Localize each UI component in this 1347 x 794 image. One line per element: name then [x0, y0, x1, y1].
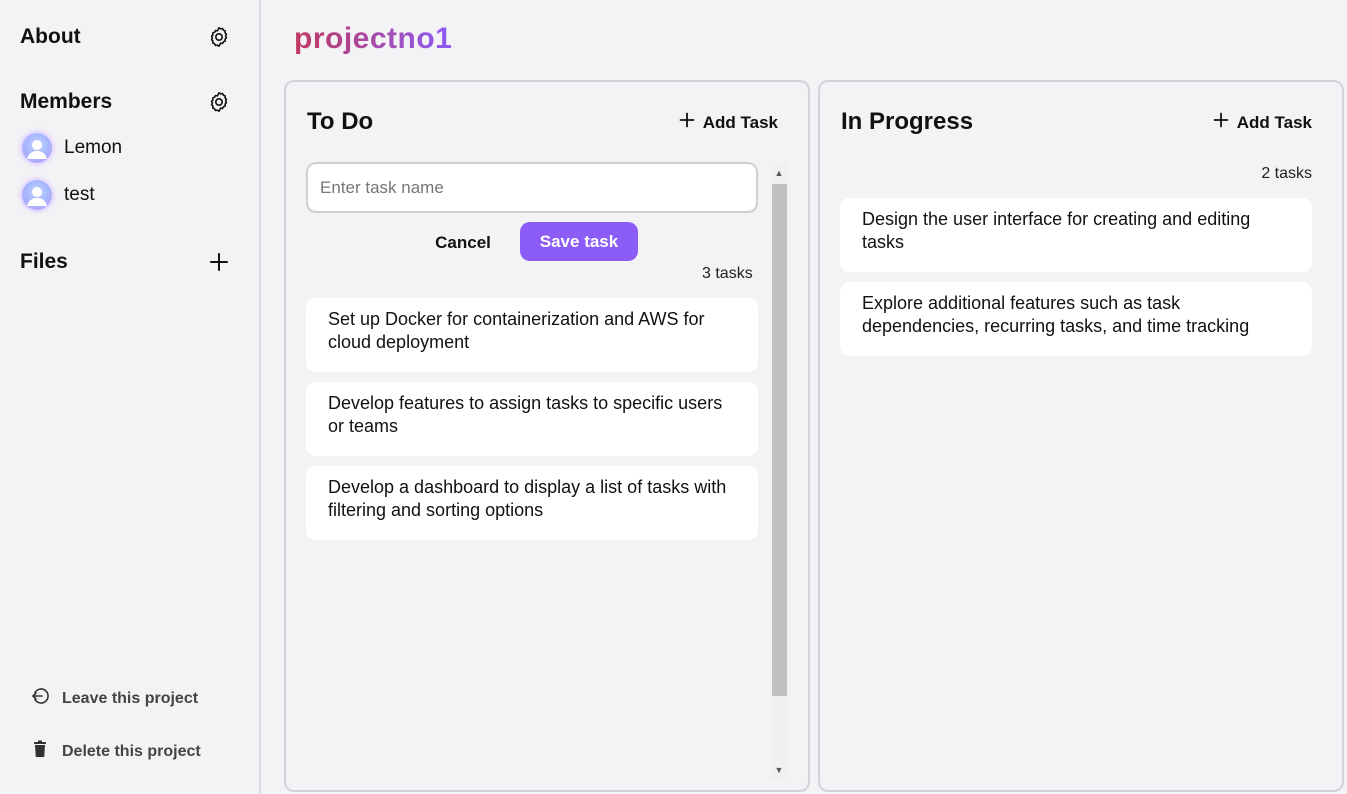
leave-project-button[interactable]: Leave this project	[30, 686, 198, 711]
delete-project-label: Delete this project	[62, 742, 201, 760]
scroll-up-arrow-icon[interactable]: ▲	[770, 164, 788, 182]
plus-icon	[1213, 112, 1229, 133]
add-task-label: Add Task	[702, 112, 778, 132]
task-card[interactable]: Set up Docker for containerization and A…	[306, 298, 758, 372]
about-heading: About	[20, 25, 81, 48]
member-item[interactable]: Lemon	[22, 133, 122, 163]
scroll-down-arrow-icon[interactable]: ▼	[770, 761, 788, 779]
save-task-button[interactable]: Save task	[520, 222, 638, 261]
task-card[interactable]: Develop a dashboard to display a list of…	[306, 466, 758, 540]
task-count: 2 tasks	[1261, 165, 1312, 182]
scrollbar-thumb[interactable]	[772, 184, 787, 696]
task-card[interactable]: Explore additional features such as task…	[840, 282, 1312, 356]
task-card[interactable]: Design the user interface for creating a…	[840, 198, 1312, 272]
app-root: About Members Lemon test Files Leave thi…	[0, 0, 1347, 794]
task-name-input[interactable]	[306, 162, 758, 213]
cancel-button[interactable]: Cancel	[426, 224, 500, 262]
trash-icon	[30, 739, 50, 764]
files-heading: Files	[20, 250, 68, 273]
task-card[interactable]: Develop features to assign tasks to spec…	[306, 382, 758, 456]
leave-project-label: Leave this project	[62, 689, 199, 707]
logout-icon	[30, 686, 50, 711]
members-section: Members	[20, 89, 232, 115]
add-task-button[interactable]: Add Task	[1213, 112, 1312, 133]
delete-project-button[interactable]: Delete this project	[30, 739, 201, 764]
add-task-label: Add Task	[1236, 112, 1312, 132]
column-title: To Do	[307, 108, 374, 135]
member-name: test	[64, 184, 95, 205]
avatar	[22, 133, 52, 163]
column-title: In Progress	[841, 108, 974, 135]
plus-icon[interactable]	[206, 249, 232, 275]
members-heading: Members	[20, 90, 113, 113]
sidebar: About Members Lemon test Files Leave thi…	[0, 0, 261, 794]
member-name: Lemon	[64, 137, 123, 158]
gear-icon[interactable]	[206, 24, 232, 50]
about-section: About	[20, 24, 232, 50]
project-title: projectno1	[294, 22, 453, 55]
column-in-progress: In Progress Add Task 2 tasks Design the …	[818, 80, 1344, 792]
add-task-button[interactable]: Add Task	[679, 112, 778, 133]
task-count: 3 tasks	[702, 265, 753, 282]
gear-icon[interactable]	[206, 89, 232, 115]
column-todo: To Do Add Task Cancel Save task 3 tasks …	[284, 80, 810, 792]
files-section: Files	[20, 249, 232, 275]
scrollbar[interactable]: ▲ ▼	[770, 162, 788, 779]
member-item[interactable]: test	[22, 180, 95, 210]
avatar	[22, 180, 52, 210]
plus-icon	[679, 112, 695, 133]
